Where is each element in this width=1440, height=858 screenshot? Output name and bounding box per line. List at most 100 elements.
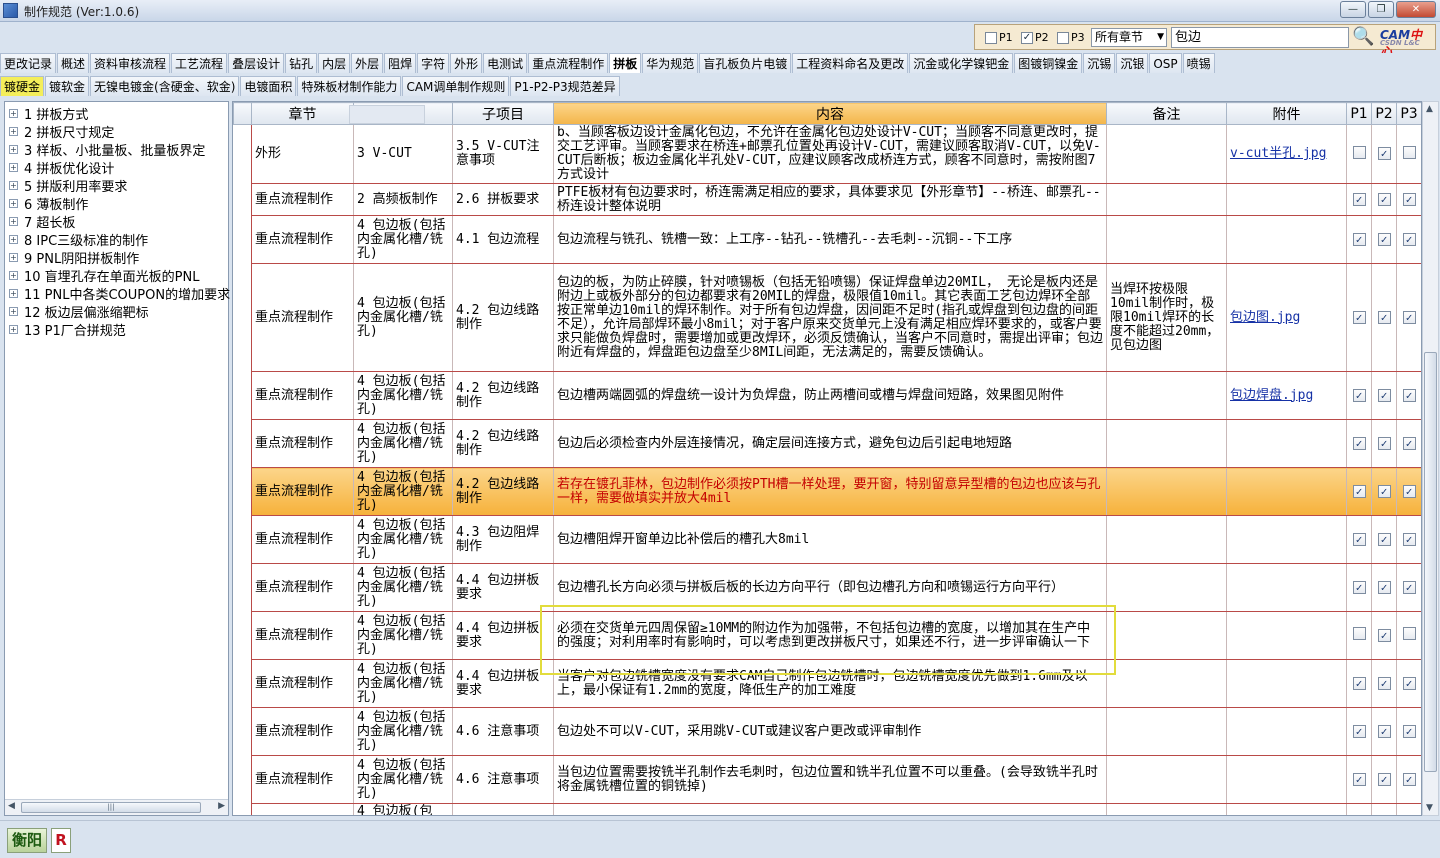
expand-icon[interactable]: +	[9, 325, 18, 334]
expand-icon[interactable]: +	[9, 235, 18, 244]
attachment-link[interactable]: 包边图.jpg	[1226, 263, 1347, 372]
tree-node[interactable]: +10 盲埋孔存在单面光板的PNL	[9, 266, 199, 285]
location-button[interactable]: 衡阳	[7, 828, 47, 853]
tab-5[interactable]: 钻孔	[285, 53, 318, 73]
scroll-left-icon[interactable]: ◀	[8, 801, 15, 811]
tab-9[interactable]: 字符	[417, 53, 450, 73]
maximize-button[interactable]: ❐	[1368, 1, 1394, 18]
table-row[interactable]: 重点流程制作 4 包边板(包括内金属化槽/铣孔) 4.2 包边线路制作 包边后必须检查…	[234, 105, 1421, 468]
table-row[interactable]: 重点流程制作 4 包边板(包括内金属化槽/铣孔) 4.1 包边流程 包边流程与铣孔、铣…	[234, 105, 1421, 264]
p3-checkbox[interactable]: ✓	[1402, 772, 1416, 786]
p1-filter[interactable]: P1	[985, 31, 1013, 44]
tab-22[interactable]: 喷锡	[1182, 53, 1215, 73]
column-header[interactable]: 附件	[1226, 102, 1347, 125]
table-row[interactable]: 重点流程制作 4 包边板(包括内金属化槽/铣孔) 4.3 包边阻焊制作 包边槽阻焊开窗…	[234, 105, 1421, 564]
expand-icon[interactable]: +	[9, 181, 18, 190]
p1-checkbox[interactable]	[985, 31, 997, 44]
tree-node[interactable]: +12 板边层偏涨缩靶标	[9, 302, 149, 321]
p3-checkbox[interactable]: ✓	[1402, 192, 1416, 206]
p2-checkbox[interactable]: ✓	[1021, 31, 1033, 44]
p2-checkbox[interactable]: ✓	[1377, 192, 1391, 206]
tab-6[interactable]: 内层	[318, 53, 351, 73]
column-header[interactable]: 子项目	[452, 102, 554, 125]
tab-17[interactable]: 沉金或化学镍钯金	[909, 53, 1014, 73]
p2-checkbox[interactable]: ✓	[1377, 724, 1391, 738]
tree-node[interactable]: +7 超长板	[9, 212, 75, 231]
minimize-button[interactable]: —	[1340, 1, 1366, 18]
tree-node[interactable]: +11 PNL中各类COUPON的增加要求	[9, 284, 230, 303]
p1-checkbox[interactable]: ✓	[1352, 192, 1366, 206]
tab-21[interactable]: OSP	[1149, 53, 1182, 73]
tab-8[interactable]: 阻焊	[384, 53, 417, 73]
column-header[interactable]: P1	[1346, 102, 1372, 125]
tab-11[interactable]: 电测试	[483, 53, 528, 73]
close-button[interactable]: ✕	[1396, 1, 1436, 18]
p1-checkbox[interactable]: ✓	[1352, 676, 1366, 690]
table-row[interactable]: 重点流程制作 4 包边板(包括内金属化槽/铣孔) 4.6 注意事项 包边处不可以V-C…	[234, 105, 1421, 756]
tab-7[interactable]: 外层	[351, 53, 384, 73]
expand-icon[interactable]: +	[9, 145, 18, 154]
p2-checkbox[interactable]: ✓	[1377, 628, 1391, 642]
p3-checkbox[interactable]: ✓	[1402, 232, 1416, 246]
column-header[interactable]: P3	[1396, 102, 1421, 125]
expand-icon[interactable]: +	[9, 289, 18, 298]
table-row[interactable]: 重点流程制作 4 包边板(包括内金属化槽/铣孔) 4.6 注意事项 当包边位置需要按铣…	[234, 105, 1421, 804]
tab-1[interactable]: 概述	[57, 53, 90, 73]
expand-icon[interactable]: +	[9, 163, 18, 172]
p1-checkbox[interactable]: ✓	[1352, 388, 1366, 402]
p1-checkbox[interactable]: ✓	[1352, 772, 1366, 786]
tab-0[interactable]: 更改记录	[0, 53, 57, 73]
p2-checkbox[interactable]: ✓	[1377, 310, 1391, 324]
p3-checkbox[interactable]: ✓	[1402, 676, 1416, 690]
table-row[interactable]: 外形 3 V-CUT 3.5 V-CUT注意事项 b、当顾客板边设计金属化包边，不允许…	[234, 105, 1421, 184]
expand-icon[interactable]: +	[9, 127, 18, 136]
tab-15[interactable]: 盲孔板负片电镀	[699, 53, 792, 73]
tab-16[interactable]: 工程资料命名及更改	[792, 53, 909, 73]
p2-checkbox[interactable]: ✓	[1377, 676, 1391, 690]
scroll-down-icon[interactable]: ▼	[1426, 803, 1433, 813]
subtab-0[interactable]: 镀硬金	[0, 76, 45, 96]
r-button[interactable]: R	[51, 828, 71, 853]
column-header[interactable]: 章节	[251, 102, 354, 125]
p3-checkbox[interactable]: ✓	[1402, 388, 1416, 402]
p1-checkbox[interactable]: ✓	[1352, 310, 1366, 324]
tree-horizontal-scrollbar[interactable]: ◀ ||| ▶	[5, 799, 228, 815]
scroll-thumb[interactable]	[1424, 352, 1437, 772]
table-row[interactable]: 重点流程制作 4 包边板(包括内金属化槽/铣孔) 4.2 包边线路制作 包边槽两端圆弧…	[234, 105, 1421, 420]
scroll-up-icon[interactable]: ▲	[1426, 104, 1433, 114]
tree-node[interactable]: +9 PNL阴阳拼板制作	[9, 248, 139, 267]
subtab-3[interactable]: 电镀面积	[240, 76, 297, 96]
expand-icon[interactable]: +	[9, 307, 18, 316]
p3-checkbox[interactable]	[1402, 145, 1416, 159]
subtab-1[interactable]: 镀软金	[45, 76, 90, 96]
p1-checkbox[interactable]: ✓	[1352, 436, 1366, 450]
tree-node[interactable]: +1 拼板方式	[9, 104, 88, 123]
p3-checkbox[interactable]: ✓	[1402, 580, 1416, 594]
search-input[interactable]: 包边	[1171, 27, 1349, 48]
p2-checkbox[interactable]: ✓	[1377, 436, 1391, 450]
p3-checkbox[interactable]	[1057, 31, 1069, 44]
attachment-link[interactable]: 包边焊盘.jpg	[1226, 371, 1347, 420]
p1-checkbox[interactable]: ✓	[1352, 484, 1366, 498]
tree-node[interactable]: +2 拼板尺寸规定	[9, 122, 114, 141]
p2-checkbox[interactable]: ✓	[1377, 580, 1391, 594]
subtab-6[interactable]: P1-P2-P3规范差异	[510, 76, 620, 96]
tree-node[interactable]: +4 拼板优化设计	[9, 158, 114, 177]
p3-checkbox[interactable]: ✓	[1402, 310, 1416, 324]
p2-checkbox[interactable]: ✓	[1377, 772, 1391, 786]
tab-13[interactable]: 拼板	[609, 53, 642, 73]
tab-19[interactable]: 沉锡	[1083, 53, 1116, 73]
attachment-link[interactable]: v-cut半孔.jpg	[1226, 124, 1347, 184]
chapter-select[interactable]: 所有章节 ▼	[1091, 28, 1167, 47]
subtab-2[interactable]: 无镍电镀金(含硬金、软金)	[90, 76, 240, 96]
p1-checkbox[interactable]: ✓	[1352, 532, 1366, 546]
table-row[interactable]: 重点流程制作 2 高频板制作 2.6 拼板要求 PTFE板材有包边要求时，桥连需满足相…	[234, 105, 1421, 216]
search-icon[interactable]: 🔍	[1352, 26, 1376, 50]
expand-icon[interactable]: +	[9, 199, 18, 208]
column-header[interactable]: 备注	[1106, 102, 1227, 125]
expand-icon[interactable]: +	[9, 217, 18, 226]
scroll-right-icon[interactable]: ▶	[218, 801, 225, 811]
p1-checkbox[interactable]	[1352, 145, 1366, 159]
p2-checkbox[interactable]: ✓	[1377, 232, 1391, 246]
tab-3[interactable]: 工艺流程	[171, 53, 228, 73]
